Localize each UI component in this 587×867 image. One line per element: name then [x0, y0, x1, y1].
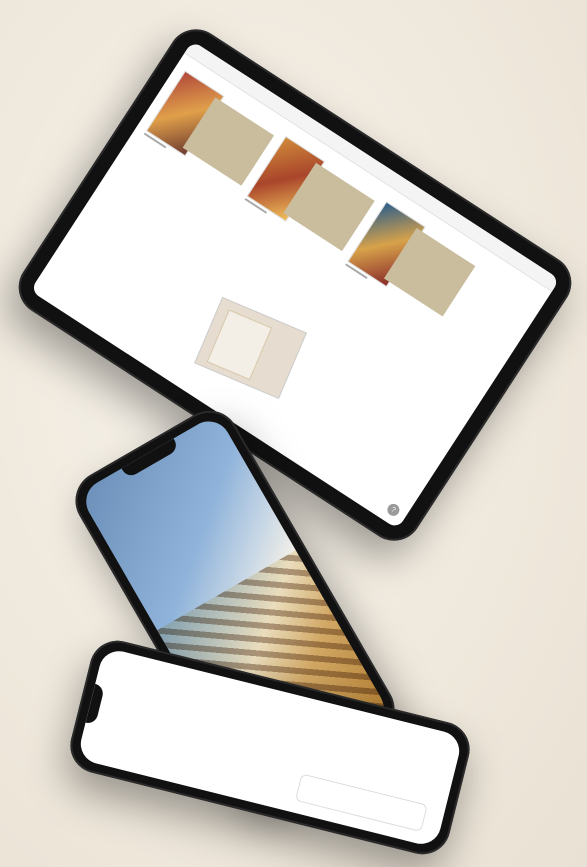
- phone-notch: [85, 683, 106, 725]
- help-icon[interactable]: ?: [385, 501, 402, 519]
- invitation-stack-image: [194, 296, 307, 400]
- phone-info-panel: [294, 773, 428, 833]
- phone-bottom-screen: [76, 646, 464, 849]
- product-grid: [132, 60, 547, 372]
- tablet-screen: ?: [30, 40, 560, 530]
- phone-notch: [121, 438, 180, 479]
